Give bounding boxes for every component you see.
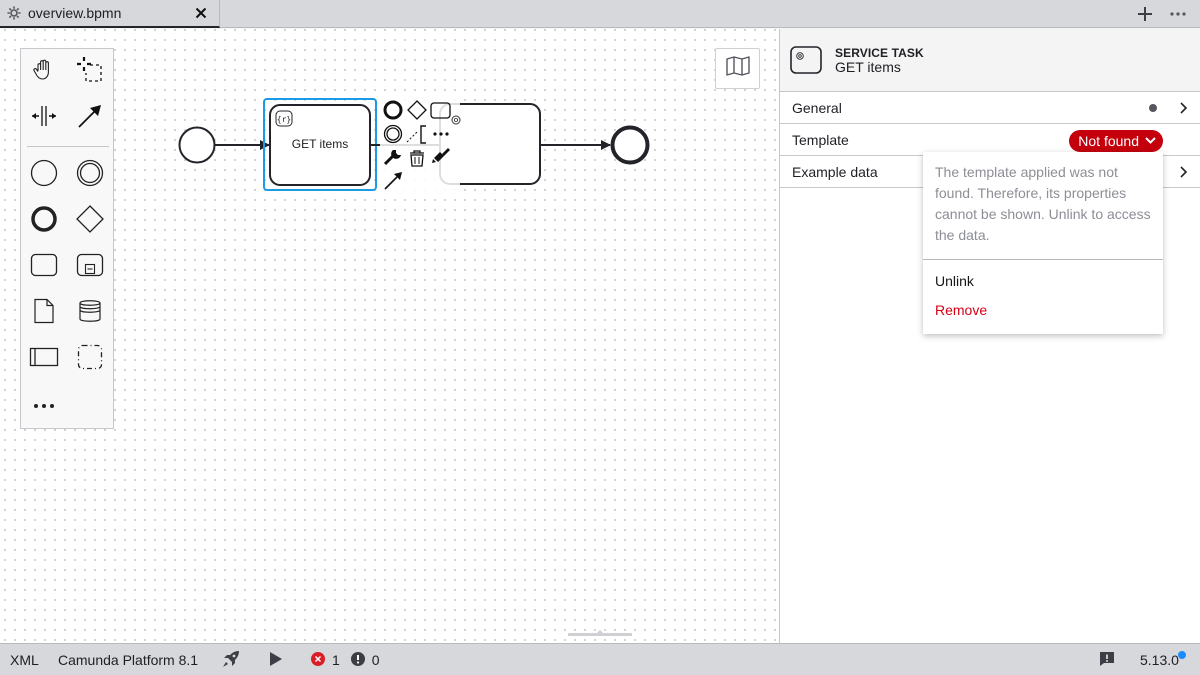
gear-icon: [6, 5, 22, 21]
template-not-found-badge[interactable]: Not found: [1069, 130, 1163, 152]
service-task-icon: [790, 46, 822, 74]
dropdown-separator: [923, 259, 1163, 260]
more-append-ellipsis-icon[interactable]: [433, 132, 449, 136]
rest-marker-text: {r}: [277, 115, 291, 124]
rocket-icon: [222, 650, 240, 671]
tab-title: overview.bpmn: [28, 5, 122, 21]
badge-text: Not found: [1078, 133, 1139, 149]
status-bar: XML Camunda Platform 8.1 1 0 5.13.0: [0, 643, 1200, 675]
unlink-button[interactable]: Unlink: [923, 267, 1163, 296]
end-event[interactable]: [610, 125, 650, 165]
context-pad: [380, 99, 460, 194]
warning-count: 0: [371, 652, 380, 668]
problems-button[interactable]: 1 0: [311, 644, 380, 675]
deploy-button[interactable]: [222, 644, 240, 675]
update-available-dot: [1177, 651, 1186, 659]
bpmn-diagram: {r}: [178, 98, 650, 194]
template-dropdown: The template applied was not found. Ther…: [923, 152, 1163, 334]
start-event[interactable]: [178, 126, 216, 164]
run-button[interactable]: [270, 644, 282, 675]
element-type: SERVICE TASK: [835, 46, 924, 60]
properties-panel-header: SERVICE TASK GET items: [780, 29, 1200, 92]
play-icon: [270, 651, 282, 669]
task-label: GET items: [291, 137, 349, 151]
group-general[interactable]: General: [780, 92, 1200, 124]
error-icon: [311, 651, 325, 669]
chevron-right-icon: [1176, 101, 1190, 115]
feedback-button[interactable]: [1099, 644, 1115, 675]
remove-button[interactable]: Remove: [923, 296, 1163, 325]
template-not-found-message: The template applied was not found. Ther…: [935, 164, 1151, 243]
chevron-down-icon: [1145, 137, 1156, 144]
feedback-icon: [1099, 651, 1115, 670]
tab-overview-bpmn[interactable]: overview.bpmn: [0, 0, 220, 28]
engine-version-button[interactable]: Camunda Platform 8.1: [58, 644, 198, 675]
element-name: GET items: [835, 59, 901, 75]
xml-view-button[interactable]: XML: [10, 644, 39, 675]
version-label: 5.13.0: [1140, 652, 1179, 668]
tab-bar: overview.bpmn: [0, 0, 1200, 28]
error-count: 1: [332, 652, 340, 668]
warning-icon: [350, 651, 365, 669]
ellipsis-icon[interactable]: [1170, 12, 1186, 16]
diagram-canvas[interactable]: {r} GET items: [0, 29, 779, 643]
group-label: General: [792, 99, 842, 116]
data-indicator-dot: [1149, 104, 1157, 112]
group-label: Template: [792, 131, 849, 148]
panel-resize-handle[interactable]: [568, 630, 632, 637]
version-button[interactable]: 5.13.0: [1140, 644, 1186, 675]
properties-panel: SERVICE TASK GET items General Template …: [779, 29, 1200, 643]
chevron-right-icon: [1176, 165, 1190, 179]
close-tab-icon[interactable]: [193, 5, 209, 21]
group-label: Example data: [792, 163, 878, 180]
plus-icon[interactable]: [1138, 7, 1152, 21]
